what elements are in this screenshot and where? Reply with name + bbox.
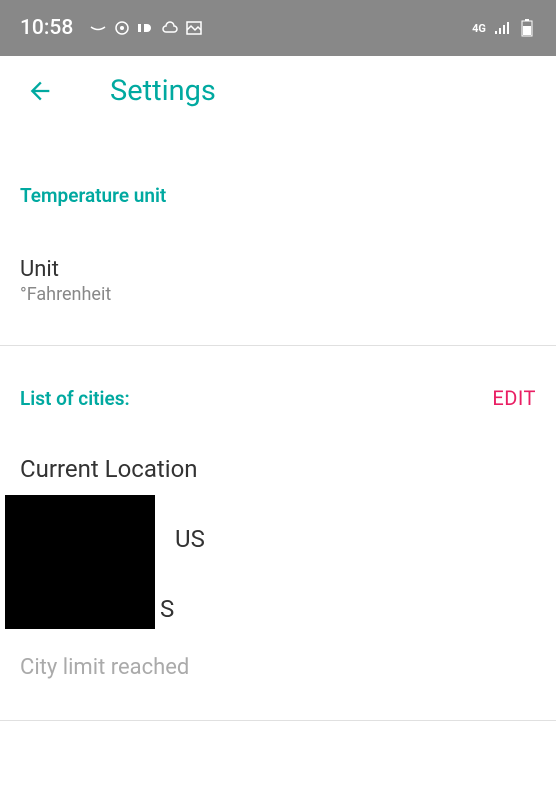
status-right: 4G (470, 19, 536, 37)
content: Temperature unit Unit °Fahrenheit List o… (0, 184, 556, 721)
status-icons-left (89, 19, 203, 37)
unit-setting-item[interactable]: Unit °Fahrenheit (20, 257, 536, 305)
edit-button[interactable]: EDIT (492, 386, 536, 410)
status-left: 10:58 (20, 16, 203, 40)
cities-section-header: List of cities: (20, 387, 130, 410)
battery-icon (518, 19, 536, 37)
id-icon (137, 19, 155, 37)
status-bar: 10:58 4G (0, 0, 556, 56)
network-4g-icon: 4G (470, 19, 488, 37)
status-time: 10:58 (20, 16, 73, 40)
city-limit-message: City limit reached (20, 655, 536, 680)
signal-icon (494, 19, 512, 37)
city-suffix: US (175, 525, 205, 553)
temperature-section-header: Temperature unit (20, 184, 536, 207)
unit-label: Unit (20, 257, 536, 282)
app-bar: Settings (0, 56, 556, 126)
city-suffix: S (160, 595, 174, 623)
sync-icon (113, 19, 131, 37)
redacted-block (5, 495, 155, 629)
page-title: Settings (110, 74, 216, 108)
image-icon (185, 19, 203, 37)
unit-value: °Fahrenheit (20, 284, 536, 305)
temperature-unit-section: Temperature unit Unit °Fahrenheit (0, 184, 556, 305)
current-location-item[interactable]: Current Location (20, 455, 536, 483)
divider (0, 720, 556, 721)
divider (0, 345, 556, 346)
cities-header-row: List of cities: EDIT (20, 386, 536, 410)
swoosh-icon (89, 19, 107, 37)
cloud-icon (161, 19, 179, 37)
arrow-left-icon (26, 77, 54, 105)
back-button[interactable] (20, 71, 60, 111)
